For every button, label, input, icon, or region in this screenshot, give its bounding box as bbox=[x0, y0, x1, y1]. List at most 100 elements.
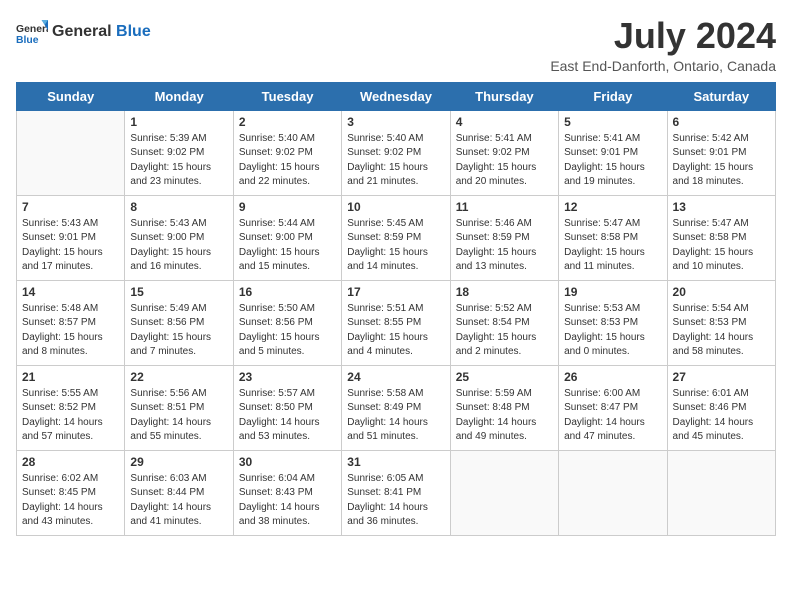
day-number: 6 bbox=[673, 115, 770, 129]
calendar-cell: 11 Sunrise: 5:46 AM Sunset: 8:59 PM Dayli… bbox=[450, 195, 558, 280]
day-number: 25 bbox=[456, 370, 553, 384]
day-number: 31 bbox=[347, 455, 444, 469]
day-info: Sunrise: 5:59 AM Sunset: 8:48 PM Dayligh… bbox=[456, 387, 553, 445]
day-number: 7 bbox=[22, 200, 119, 214]
calendar-cell: 14 Sunrise: 5:48 AM Sunset: 8:57 PM Dayli… bbox=[17, 280, 125, 365]
day-number: 23 bbox=[239, 370, 336, 384]
day-info: Sunrise: 5:41 AM Sunset: 9:02 PM Dayligh… bbox=[456, 132, 553, 190]
day-number: 24 bbox=[347, 370, 444, 384]
day-number: 2 bbox=[239, 115, 336, 129]
day-number: 29 bbox=[130, 455, 227, 469]
calendar-cell: 6 Sunrise: 5:42 AM Sunset: 9:01 PM Daylig… bbox=[667, 110, 775, 195]
calendar-cell bbox=[450, 450, 558, 535]
day-info: Sunrise: 5:52 AM Sunset: 8:54 PM Dayligh… bbox=[456, 302, 553, 360]
header-day-friday: Friday bbox=[559, 82, 667, 110]
calendar-cell: 1Sunrise: 5:39 AM Sunset: 9:02 PM Daylig… bbox=[125, 110, 233, 195]
calendar-cell: 19 Sunrise: 5:53 AM Sunset: 8:53 PM Dayli… bbox=[559, 280, 667, 365]
calendar-cell bbox=[559, 450, 667, 535]
day-number: 16 bbox=[239, 285, 336, 299]
calendar-cell: 27Sunrise: 6:01 AM Sunset: 8:46 PM Dayli… bbox=[667, 365, 775, 450]
calendar-cell bbox=[17, 110, 125, 195]
day-number: 19 bbox=[564, 285, 661, 299]
day-info: Sunrise: 5:57 AM Sunset: 8:50 PM Dayligh… bbox=[239, 387, 336, 445]
calendar-cell: 10Sunrise: 5:45 AM Sunset: 8:59 PM Dayli… bbox=[342, 195, 450, 280]
day-info: Sunrise: 5:46 AM Sunset: 8:59 PM Dayligh… bbox=[456, 217, 553, 275]
svg-text:Blue: Blue bbox=[16, 35, 39, 46]
calendar-week-4: 21 Sunrise: 5:55 AM Sunset: 8:52 PM Dayli… bbox=[17, 365, 776, 450]
page-header: General Blue General Blue July 2024 East… bbox=[16, 16, 776, 74]
day-info: Sunrise: 5:47 AM Sunset: 8:58 PM Dayligh… bbox=[673, 217, 770, 275]
calendar-cell: 7Sunrise: 5:43 AM Sunset: 9:01 PM Daylig… bbox=[17, 195, 125, 280]
day-info: Sunrise: 5:44 AM Sunset: 9:00 PM Dayligh… bbox=[239, 217, 336, 275]
header-day-saturday: Saturday bbox=[667, 82, 775, 110]
day-number: 22 bbox=[130, 370, 227, 384]
calendar-week-2: 7Sunrise: 5:43 AM Sunset: 9:01 PM Daylig… bbox=[17, 195, 776, 280]
day-info: Sunrise: 6:02 AM Sunset: 8:45 PM Dayligh… bbox=[22, 472, 119, 530]
day-info: Sunrise: 5:45 AM Sunset: 8:59 PM Dayligh… bbox=[347, 217, 444, 275]
day-info: Sunrise: 5:47 AM Sunset: 8:58 PM Dayligh… bbox=[564, 217, 661, 275]
calendar-header: SundayMondayTuesdayWednesdayThursdayFrid… bbox=[17, 82, 776, 110]
calendar-cell: 4Sunrise: 5:41 AM Sunset: 9:02 PM Daylig… bbox=[450, 110, 558, 195]
day-number: 17 bbox=[347, 285, 444, 299]
day-number: 11 bbox=[456, 200, 553, 214]
day-number: 30 bbox=[239, 455, 336, 469]
calendar-cell: 9 Sunrise: 5:44 AM Sunset: 9:00 PM Daylig… bbox=[233, 195, 341, 280]
day-number: 28 bbox=[22, 455, 119, 469]
day-number: 3 bbox=[347, 115, 444, 129]
day-info: Sunrise: 5:53 AM Sunset: 8:53 PM Dayligh… bbox=[564, 302, 661, 360]
header-day-monday: Monday bbox=[125, 82, 233, 110]
day-number: 12 bbox=[564, 200, 661, 214]
day-info: Sunrise: 5:51 AM Sunset: 8:55 PM Dayligh… bbox=[347, 302, 444, 360]
calendar-cell: 21 Sunrise: 5:55 AM Sunset: 8:52 PM Dayli… bbox=[17, 365, 125, 450]
day-number: 27 bbox=[673, 370, 770, 384]
calendar-cell: 5Sunrise: 5:41 AM Sunset: 9:01 PM Daylig… bbox=[559, 110, 667, 195]
calendar-cell: 15Sunrise: 5:49 AM Sunset: 8:56 PM Dayli… bbox=[125, 280, 233, 365]
calendar-cell: 18 Sunrise: 5:52 AM Sunset: 8:54 PM Dayli… bbox=[450, 280, 558, 365]
day-info: Sunrise: 5:55 AM Sunset: 8:52 PM Dayligh… bbox=[22, 387, 119, 445]
day-number: 14 bbox=[22, 285, 119, 299]
header-row: SundayMondayTuesdayWednesdayThursdayFrid… bbox=[17, 82, 776, 110]
day-info: Sunrise: 5:40 AM Sunset: 9:02 PM Dayligh… bbox=[347, 132, 444, 190]
calendar-cell bbox=[667, 450, 775, 535]
day-number: 8 bbox=[130, 200, 227, 214]
calendar-table: SundayMondayTuesdayWednesdayThursdayFrid… bbox=[16, 82, 776, 536]
day-number: 20 bbox=[673, 285, 770, 299]
day-number: 13 bbox=[673, 200, 770, 214]
calendar-cell: 3 Sunrise: 5:40 AM Sunset: 9:02 PM Daylig… bbox=[342, 110, 450, 195]
calendar-cell: 22 Sunrise: 5:56 AM Sunset: 8:51 PM Dayli… bbox=[125, 365, 233, 450]
calendar-cell: 2 Sunrise: 5:40 AM Sunset: 9:02 PM Daylig… bbox=[233, 110, 341, 195]
day-info: Sunrise: 5:50 AM Sunset: 8:56 PM Dayligh… bbox=[239, 302, 336, 360]
day-info: Sunrise: 5:43 AM Sunset: 9:00 PM Dayligh… bbox=[130, 217, 227, 275]
day-number: 26 bbox=[564, 370, 661, 384]
day-info: Sunrise: 6:03 AM Sunset: 8:44 PM Dayligh… bbox=[130, 472, 227, 530]
calendar-cell: 8 Sunrise: 5:43 AM Sunset: 9:00 PM Daylig… bbox=[125, 195, 233, 280]
day-info: Sunrise: 5:54 AM Sunset: 8:53 PM Dayligh… bbox=[673, 302, 770, 360]
calendar-week-3: 14 Sunrise: 5:48 AM Sunset: 8:57 PM Dayli… bbox=[17, 280, 776, 365]
svg-text:General: General bbox=[16, 24, 48, 35]
day-info: Sunrise: 6:04 AM Sunset: 8:43 PM Dayligh… bbox=[239, 472, 336, 530]
day-number: 21 bbox=[22, 370, 119, 384]
calendar-week-1: 1Sunrise: 5:39 AM Sunset: 9:02 PM Daylig… bbox=[17, 110, 776, 195]
day-info: Sunrise: 5:58 AM Sunset: 8:49 PM Dayligh… bbox=[347, 387, 444, 445]
day-number: 18 bbox=[456, 285, 553, 299]
header-day-thursday: Thursday bbox=[450, 82, 558, 110]
logo-general: General bbox=[52, 23, 112, 40]
month-title: July 2024 bbox=[550, 16, 776, 56]
day-info: Sunrise: 6:05 AM Sunset: 8:41 PM Dayligh… bbox=[347, 472, 444, 530]
day-info: Sunrise: 5:56 AM Sunset: 8:51 PM Dayligh… bbox=[130, 387, 227, 445]
day-info: Sunrise: 5:48 AM Sunset: 8:57 PM Dayligh… bbox=[22, 302, 119, 360]
calendar-body: 1Sunrise: 5:39 AM Sunset: 9:02 PM Daylig… bbox=[17, 110, 776, 535]
calendar-cell: 20 Sunrise: 5:54 AM Sunset: 8:53 PM Dayli… bbox=[667, 280, 775, 365]
day-number: 9 bbox=[239, 200, 336, 214]
calendar-cell: 28 Sunrise: 6:02 AM Sunset: 8:45 PM Dayli… bbox=[17, 450, 125, 535]
day-info: Sunrise: 5:40 AM Sunset: 9:02 PM Dayligh… bbox=[239, 132, 336, 190]
day-info: Sunrise: 5:42 AM Sunset: 9:01 PM Dayligh… bbox=[673, 132, 770, 190]
logo-icon: General Blue bbox=[16, 16, 48, 48]
header-day-tuesday: Tuesday bbox=[233, 82, 341, 110]
calendar-cell: 25 Sunrise: 5:59 AM Sunset: 8:48 PM Dayli… bbox=[450, 365, 558, 450]
calendar-cell: 31 Sunrise: 6:05 AM Sunset: 8:41 PM Dayli… bbox=[342, 450, 450, 535]
calendar-cell: 30 Sunrise: 6:04 AM Sunset: 8:43 PM Dayli… bbox=[233, 450, 341, 535]
day-info: Sunrise: 6:00 AM Sunset: 8:47 PM Dayligh… bbox=[564, 387, 661, 445]
calendar-cell: 13 Sunrise: 5:47 AM Sunset: 8:58 PM Dayli… bbox=[667, 195, 775, 280]
calendar-cell: 17 Sunrise: 5:51 AM Sunset: 8:55 PM Dayli… bbox=[342, 280, 450, 365]
